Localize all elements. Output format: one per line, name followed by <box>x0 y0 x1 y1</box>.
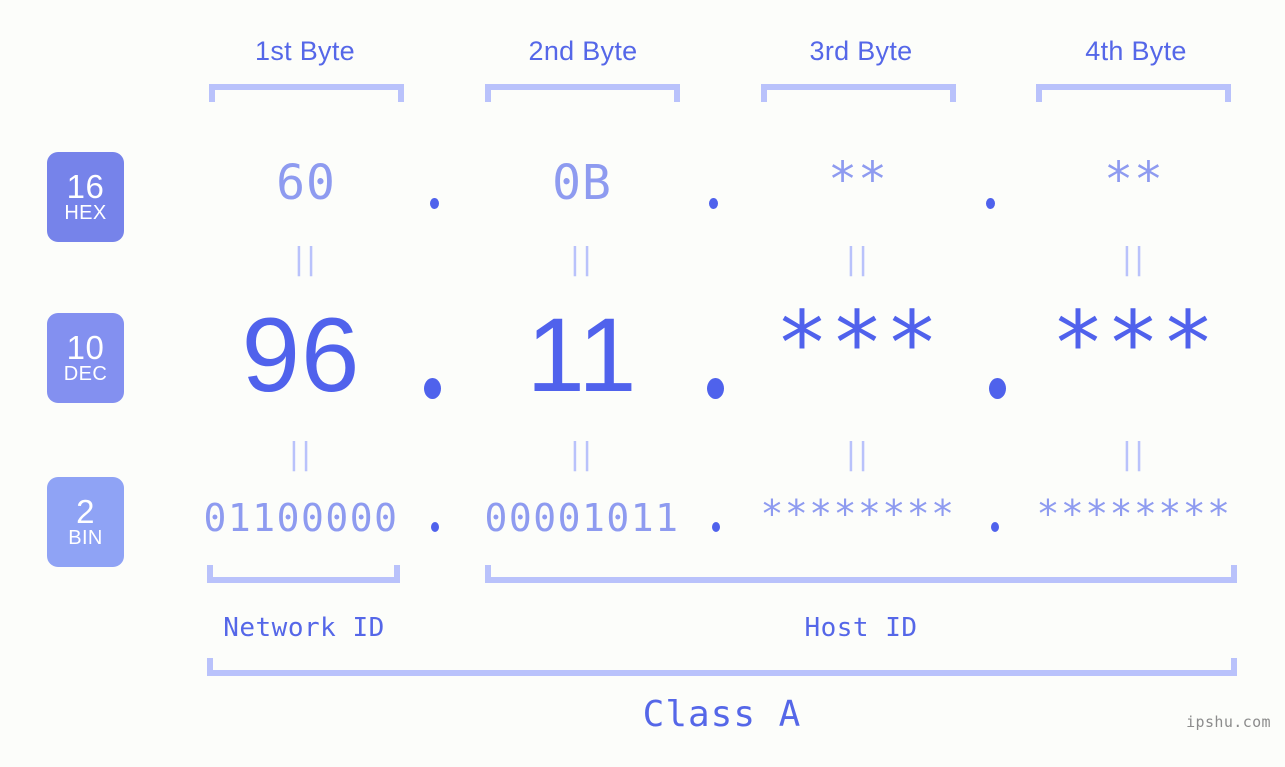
class-label: Class A <box>642 694 802 735</box>
radix-badge-dec: 10 DEC <box>47 313 124 403</box>
dec-byte-1-value: 96 <box>241 297 361 414</box>
bin-byte-4-value: ******** <box>1036 492 1232 536</box>
byte-bracket-top-3 <box>761 84 956 102</box>
network-id-label: Network ID <box>223 613 385 643</box>
byte-bracket-top-2 <box>485 84 680 102</box>
byte-header-4: 4th Byte <box>1085 36 1187 66</box>
radix-badge-dec-base: 10 <box>66 328 105 366</box>
hex-byte-3-value: ** <box>828 152 888 208</box>
bin-dot-1 <box>431 522 439 532</box>
bin-dot-3 <box>991 522 999 532</box>
dec-dot-1 <box>424 378 441 399</box>
network-id-bracket <box>207 565 400 583</box>
radix-badge-bin-name: BIN <box>68 527 103 550</box>
connector-dec-bin-4: || <box>1121 437 1147 472</box>
connector-hex-dec-3: || <box>845 242 871 277</box>
hex-dot-3 <box>986 198 995 209</box>
hex-byte-1-value: 60 <box>276 155 336 211</box>
radix-badge-bin: 2 BIN <box>47 477 124 567</box>
ip-byte-breakdown-diagram: 1st Byte 2nd Byte 3rd Byte 4th Byte 16 H… <box>0 0 1285 767</box>
bin-byte-1-value: 01100000 <box>203 496 399 540</box>
connector-dec-bin-1: || <box>288 437 314 472</box>
radix-badge-dec-name: DEC <box>63 363 108 386</box>
byte-header-1: 1st Byte <box>255 36 355 66</box>
radix-badge-hex-base: 16 <box>66 167 105 205</box>
hex-byte-2-value: 0B <box>552 155 612 211</box>
byte-header-3: 3rd Byte <box>809 36 913 66</box>
connector-hex-dec-4: || <box>1121 242 1147 277</box>
site-watermark: ipshu.com <box>1186 713 1271 731</box>
dec-byte-3-value: *** <box>775 292 941 395</box>
radix-badge-hex: 16 HEX <box>47 152 124 242</box>
connector-hex-dec-2: || <box>569 242 595 277</box>
connector-dec-bin-3: || <box>845 437 871 472</box>
connector-dec-bin-2: || <box>569 437 595 472</box>
hex-dot-2 <box>709 198 718 209</box>
hex-dot-1 <box>430 198 439 209</box>
bin-byte-2-value: 00001011 <box>484 496 680 540</box>
hex-byte-4-value: ** <box>1104 152 1164 208</box>
radix-badge-hex-name: HEX <box>64 202 107 225</box>
dec-byte-2-value: 11 <box>526 297 638 414</box>
host-id-label: Host ID <box>804 613 918 643</box>
radix-badge-bin-base: 2 <box>76 492 95 530</box>
byte-bracket-top-4 <box>1036 84 1231 102</box>
dec-dot-2 <box>707 378 724 399</box>
byte-header-2: 2nd Byte <box>528 36 638 66</box>
dec-byte-4-value: *** <box>1051 292 1217 395</box>
class-bracket <box>207 658 1237 676</box>
bin-dot-2 <box>712 522 720 532</box>
byte-bracket-top-1 <box>209 84 404 102</box>
bin-byte-3-value: ******** <box>760 492 956 536</box>
dec-dot-3 <box>989 378 1006 399</box>
host-id-bracket <box>485 565 1237 583</box>
connector-hex-dec-1: || <box>293 242 319 277</box>
